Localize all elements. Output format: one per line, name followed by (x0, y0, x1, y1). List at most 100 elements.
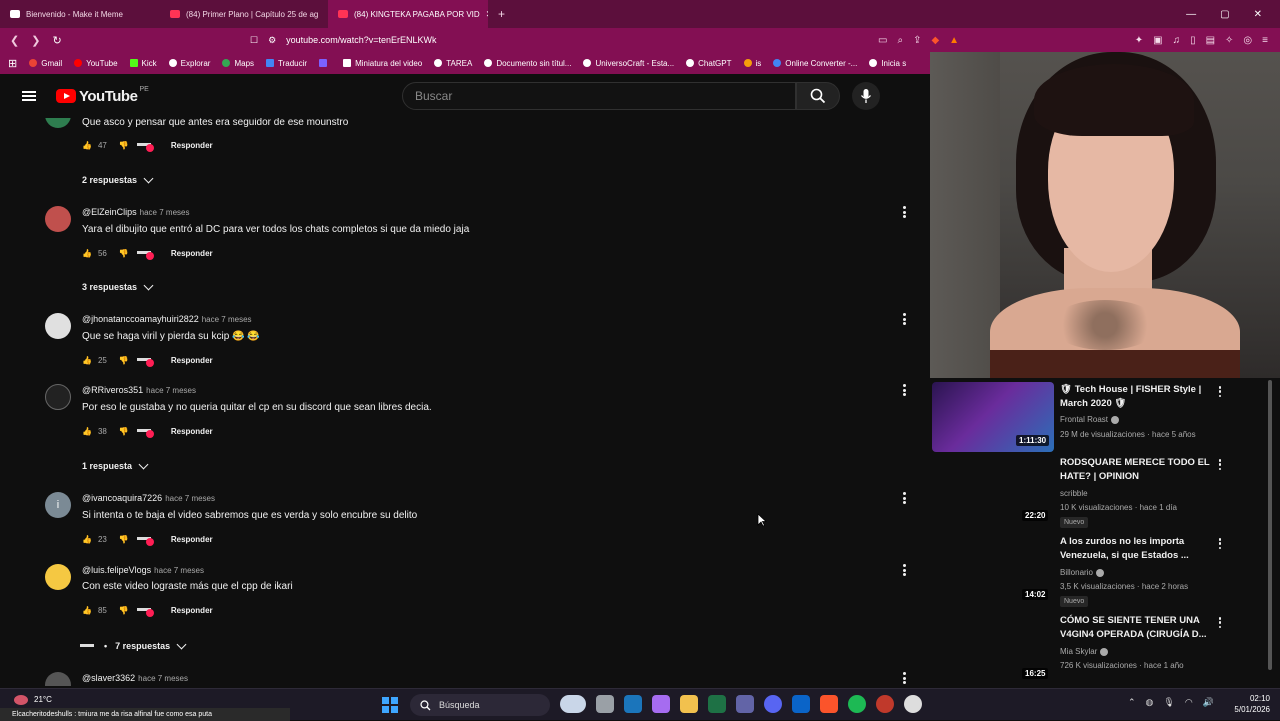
tab-make-it-meme[interactable]: Bienvenido - Make it Meme (0, 0, 160, 28)
like-icon[interactable]: 👍 (82, 535, 92, 544)
comment-author[interactable]: @slaver3362 (82, 673, 135, 683)
forward-icon[interactable]: ❯ (31, 34, 40, 47)
tab-primer-plano[interactable]: (84) Primer Plano | Capítulo 25 de ag (160, 0, 328, 28)
record-icon[interactable] (876, 695, 894, 713)
bookmark-gmail[interactable]: Gmail (23, 59, 68, 68)
comment-author[interactable]: @jhonatanccoamayhuiri2822 (82, 314, 199, 324)
sidebar-icon[interactable]: ▯ (1190, 35, 1196, 46)
brave-rewards-icon[interactable]: ▲ (949, 35, 959, 46)
files-icon[interactable] (596, 695, 614, 713)
like-icon[interactable]: 👍 (82, 427, 92, 436)
comment-time[interactable]: hace 7 meses (154, 566, 204, 575)
dislike-icon[interactable]: 👎 (119, 606, 129, 615)
steam-icon[interactable] (624, 695, 642, 713)
tab-kingteka[interactable]: (84) KINGTEKA PAGABA POR VID ✕ (328, 0, 488, 28)
bookmark-kick[interactable]: Kick (124, 59, 163, 68)
bookmark-icon[interactable]: ☐ (250, 35, 258, 46)
channel-name[interactable]: Mia Skylar (1060, 647, 1109, 656)
dislike-icon[interactable]: 👎 (119, 141, 129, 150)
bookmark-online-converter[interactable]: Online Converter -... (767, 59, 863, 68)
reply-button[interactable]: Responder (171, 427, 213, 436)
reload-icon[interactable]: ↻ (52, 34, 61, 47)
url-field[interactable]: youtube.com/watch?v=tenErENLKWk (286, 35, 436, 45)
more-options-icon[interactable] (1218, 386, 1222, 397)
video-title[interactable]: 🛡 Tech House | FISHER Style | March 2020… (1060, 383, 1210, 411)
bookmark-chatgpt[interactable]: ChatGPT (680, 59, 737, 68)
more-options-icon[interactable] (902, 672, 906, 684)
view-replies-button[interactable]: • 7 respuestas (80, 639, 187, 651)
weather-icon[interactable] (14, 695, 28, 705)
wallet-icon[interactable]: ▤ (1206, 35, 1215, 46)
scrollbar-thumb[interactable] (1268, 380, 1272, 670)
folder-icon[interactable] (680, 695, 698, 713)
avatar[interactable] (45, 118, 71, 128)
browser-menu-icon[interactable]: ≡ (1262, 35, 1268, 46)
search-button[interactable] (796, 82, 840, 110)
view-replies-button[interactable]: 2 respuestas (82, 173, 154, 185)
taskbar-clock[interactable]: 02:10 5/01/2026 (1210, 693, 1270, 715)
comment-author[interactable]: @RRiveros351 (82, 385, 143, 395)
like-icon[interactable]: 👍 (82, 606, 92, 615)
avatar[interactable]: i (45, 492, 71, 518)
apps-icon[interactable]: ⊞ (0, 57, 23, 70)
vpn-icon[interactable]: ◎ (1243, 35, 1252, 46)
network-tray-icon[interactable]: ◍ (1146, 697, 1154, 708)
avatar[interactable] (45, 206, 71, 232)
video-title[interactable]: RODSQUARE MERECE TODO EL HATE? | OPINION (1060, 456, 1210, 484)
more-options-icon[interactable] (1218, 538, 1222, 549)
bookmark-inicia[interactable]: Inicia s (863, 59, 912, 68)
bookmark-unnamed[interactable] (313, 59, 337, 67)
extension-icon[interactable]: ▣ (1153, 35, 1162, 46)
dislike-icon[interactable]: 👎 (119, 356, 129, 365)
comment-time[interactable]: hace 7 meses (140, 208, 190, 217)
windows-start-icon[interactable] (382, 697, 398, 713)
dislike-icon[interactable]: 👎 (119, 249, 129, 258)
wifi-icon[interactable]: ◠ (1185, 697, 1193, 708)
channel-name[interactable]: Billonario (1060, 568, 1104, 577)
leo-icon[interactable]: ✧ (1225, 35, 1233, 46)
cast-icon[interactable]: ▭ (878, 35, 887, 46)
more-options-icon[interactable] (1218, 459, 1222, 470)
like-icon[interactable]: 👍 (82, 356, 92, 365)
close-window-icon[interactable]: ✕ (1254, 9, 1262, 20)
like-icon[interactable]: 👍 (82, 141, 92, 150)
reply-button[interactable]: Responder (171, 141, 213, 150)
obs-icon[interactable] (904, 695, 922, 713)
discord-icon[interactable] (764, 695, 782, 713)
back-icon[interactable]: ❮ (10, 34, 19, 47)
new-tab-icon[interactable]: + (488, 7, 515, 21)
teams-icon[interactable] (736, 695, 754, 713)
avatar[interactable] (45, 384, 71, 410)
more-options-icon[interactable] (902, 564, 906, 576)
hamburger-menu-icon[interactable] (22, 91, 36, 101)
bookmark-youtube[interactable]: YouTube (68, 59, 123, 68)
comment-author[interactable]: @ivancoaquira7226 (82, 493, 162, 503)
more-options-icon[interactable] (902, 384, 906, 396)
reply-button[interactable]: Responder (171, 356, 213, 365)
avatar[interactable] (45, 313, 71, 339)
bookmark-explorar[interactable]: Explorar (163, 59, 217, 68)
more-options-icon[interactable] (1218, 617, 1222, 628)
bookmark-maps[interactable]: Maps (216, 59, 260, 68)
comment-time[interactable]: hace 7 meses (146, 386, 196, 395)
bookmark-traducir[interactable]: Traducir (260, 59, 313, 68)
bookmark-tarea[interactable]: TAREA (428, 59, 478, 68)
view-replies-button[interactable]: 3 respuestas (82, 280, 154, 292)
minimize-icon[interactable]: — (1186, 9, 1196, 20)
share-icon[interactable]: ⇪ (913, 35, 921, 46)
dislike-icon[interactable]: 👎 (119, 427, 129, 436)
comment-author[interactable]: @luis.felipeVlogs (82, 565, 151, 575)
comment-author[interactable]: @ElZeinClips (82, 207, 137, 217)
bookmark-is[interactable]: is (738, 59, 768, 68)
chevron-up-icon[interactable]: ⌃ (1128, 697, 1136, 708)
bookmark-universocraft[interactable]: UniversoCraft - Esta... (577, 59, 680, 68)
brave-shield-icon[interactable]: ◆ (931, 35, 939, 46)
taskbar-search[interactable]: Búsqueda (410, 694, 550, 716)
mic-tray-icon[interactable]: 🎙 (1163, 697, 1174, 708)
channel-name[interactable]: scribble (1060, 489, 1088, 498)
view-replies-button[interactable]: 1 respuesta (82, 459, 149, 471)
cloud-icon[interactable] (560, 695, 586, 713)
more-options-icon[interactable] (902, 313, 906, 325)
more-options-icon[interactable] (902, 492, 906, 504)
avatar[interactable] (45, 564, 71, 590)
